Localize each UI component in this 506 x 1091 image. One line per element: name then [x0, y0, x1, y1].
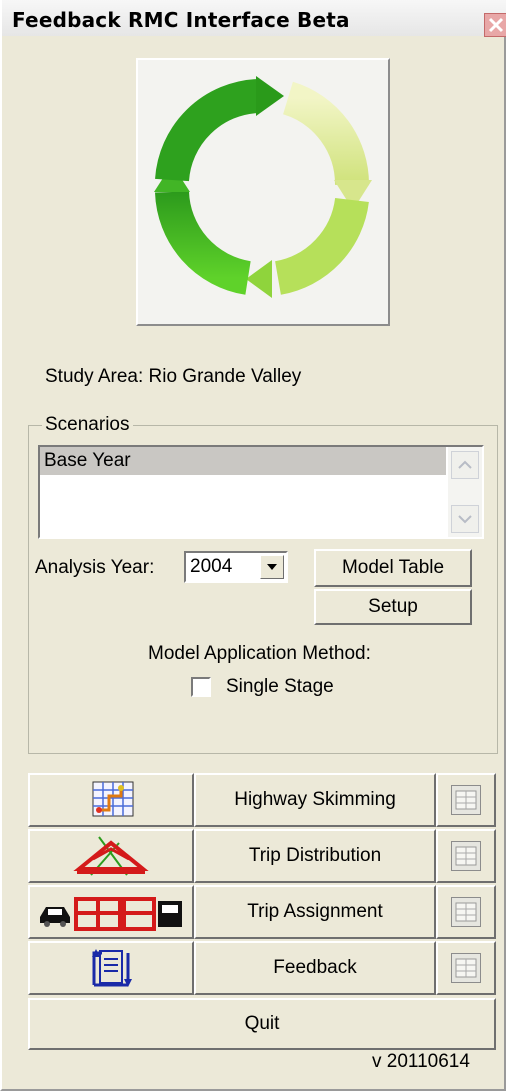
chevron-down-icon — [458, 515, 472, 524]
close-icon — [488, 17, 504, 33]
dropdown-button[interactable] — [260, 555, 284, 579]
feedback-cycle-icon — [154, 76, 372, 298]
trip-distribution-icon-button[interactable] — [28, 829, 194, 883]
dropdown-arrow-icon — [267, 564, 277, 570]
setup-button[interactable]: Setup — [314, 589, 472, 625]
feedback-button[interactable]: Feedback — [194, 941, 436, 995]
trip-assignment-view-button[interactable] — [436, 885, 496, 939]
scenarios-legend: Scenarios — [42, 414, 133, 436]
window-title: Feedback RMC Interface Beta — [12, 8, 350, 32]
quit-button[interactable]: Quit — [28, 998, 496, 1050]
single-stage-label: Single Stage — [226, 676, 334, 697]
analysis-year-select[interactable]: 2004 — [184, 551, 288, 583]
trip-distribution-view-button[interactable] — [436, 829, 496, 883]
scenarios-scrollbar[interactable] — [448, 447, 482, 537]
table-view-icon — [451, 785, 481, 815]
study-area-label: Study Area: Rio Grande Valley — [45, 366, 302, 387]
trip-assignment-icon — [40, 897, 182, 931]
analysis-year-value: 2004 — [190, 556, 233, 577]
scenarios-list[interactable]: Base Year — [38, 445, 484, 539]
model-table-button[interactable]: Model Table — [314, 549, 472, 587]
list-item[interactable]: Base Year — [40, 447, 446, 475]
scroll-up-button[interactable] — [451, 451, 479, 479]
feedback-icon-button[interactable] — [28, 941, 194, 995]
trip-distribution-button[interactable]: Trip Distribution — [194, 829, 436, 883]
single-stage-checkbox[interactable] — [191, 677, 211, 697]
close-button[interactable] — [484, 13, 506, 37]
feedback-loop-icon — [92, 949, 132, 987]
method-label: Model Application Method: — [148, 643, 371, 664]
trip-assignment-icon-button[interactable] — [28, 885, 194, 939]
feedback-rmc-window: Feedback RMC Interface Beta Study Area: … — [0, 0, 506, 1091]
table-view-icon — [451, 897, 481, 927]
chevron-up-icon — [458, 460, 472, 469]
highway-network-icon — [92, 781, 134, 817]
scroll-down-button[interactable] — [451, 505, 479, 533]
list-item-label: Base Year — [44, 450, 131, 471]
analysis-year-label: Analysis Year: — [35, 557, 155, 578]
feedback-view-button[interactable] — [436, 941, 496, 995]
highway-skimming-icon-button[interactable] — [28, 773, 194, 827]
trip-distribution-icon — [73, 836, 149, 876]
highway-skimming-view-button[interactable] — [436, 773, 496, 827]
version-label: v 20110614 — [372, 1051, 470, 1072]
highway-skimming-button[interactable]: Highway Skimming — [194, 773, 436, 827]
table-view-icon — [451, 953, 481, 983]
trip-assignment-button[interactable]: Trip Assignment — [194, 885, 436, 939]
table-view-icon — [451, 841, 481, 871]
feedback-logo — [136, 58, 390, 326]
title-bar: Feedback RMC Interface Beta — [2, 0, 506, 37]
